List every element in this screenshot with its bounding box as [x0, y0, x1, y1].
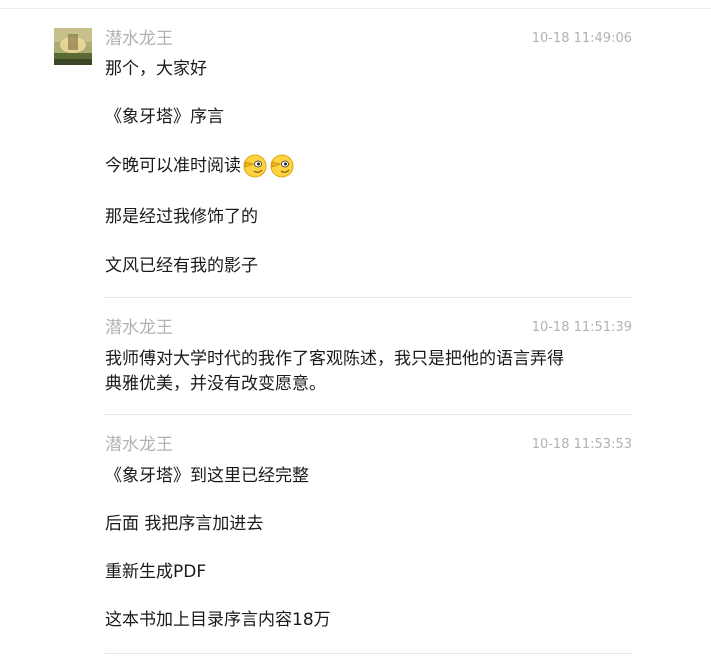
avatar[interactable]: [54, 28, 92, 65]
sender-name[interactable]: 潜水龙王: [105, 434, 173, 456]
message-line-with-emoji: 今晚可以准时阅读: [105, 153, 295, 179]
avatar-image: [54, 28, 92, 65]
top-divider: [0, 8, 711, 9]
message-line: 后面 我把序言加进去: [105, 514, 264, 534]
message-line: 文风已经有我的影子: [105, 256, 258, 276]
message-divider: [105, 653, 632, 654]
message-time: 10-18 11:51:39: [531, 320, 632, 335]
message-divider: [105, 414, 632, 415]
message-header: 潜水龙王 10-18 11:53:53: [105, 434, 632, 456]
message-divider: [105, 297, 632, 298]
message-line: 这本书加上目录序言内容18万: [105, 610, 331, 630]
smirk-emoji-icon: [269, 153, 295, 179]
message-line: 《象牙塔》到这里已经完整: [105, 466, 309, 486]
message-header: 潜水龙王 10-18 11:51:39: [105, 317, 632, 339]
message-time: 10-18 11:53:53: [531, 437, 632, 452]
smirk-emoji-icon: [242, 153, 268, 179]
message-group-3: 潜水龙王 10-18 11:53:53 《象牙塔》到这里已经完整 后面 我把序言…: [105, 434, 632, 630]
message-line: 那是经过我修饰了的: [105, 207, 258, 227]
message-header: 潜水龙王 10-18 11:49:06: [105, 28, 632, 50]
message-line: 《象牙塔》序言: [105, 107, 224, 127]
message-group-2: 潜水龙王 10-18 11:51:39 我师傅对大学时代的我作了客观陈述，我只是…: [105, 317, 632, 394]
sender-name[interactable]: 潜水龙王: [105, 317, 173, 339]
message-time: 10-18 11:49:06: [531, 31, 632, 46]
message-line: 重新生成PDF: [105, 562, 207, 582]
message-group-1: 潜水龙王 10-18 11:49:06 那个，大家好 《象牙塔》序言 今晚可以准…: [105, 28, 632, 276]
message-line: 典雅优美，并没有改变愿意。: [105, 374, 326, 394]
message-line: 那个，大家好: [105, 59, 207, 79]
sender-name[interactable]: 潜水龙王: [105, 28, 173, 50]
message-line-text: 今晚可以准时阅读: [105, 156, 241, 176]
message-line: 我师傅对大学时代的我作了客观陈述，我只是把他的语言弄得: [105, 349, 564, 369]
